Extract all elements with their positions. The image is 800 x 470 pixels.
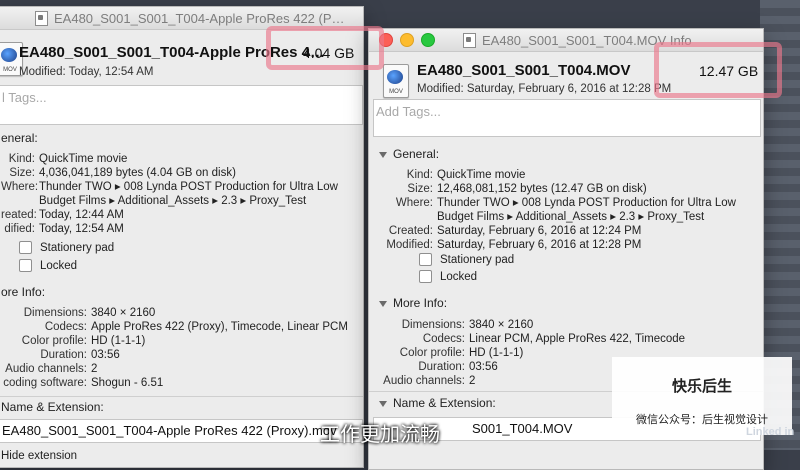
stationery-checkbox[interactable]: Stationery pad xyxy=(19,241,114,254)
zoom-button[interactable] xyxy=(421,33,435,47)
divider xyxy=(0,396,363,397)
name-extension-section-header[interactable]: Name & Extension: xyxy=(1,400,104,414)
minimize-button[interactable] xyxy=(400,33,414,47)
where-row: Where:Thunder TWO ▸ 008 Lynda POST Produ… xyxy=(395,197,736,209)
stationery-checkbox[interactable]: Stationery pad xyxy=(419,253,514,266)
file-name: EA480_S001_S001_T004.MOV xyxy=(417,62,631,79)
size-row: Size: 4,036,041,189 bytes (4.04 GB on dis… xyxy=(9,167,236,179)
disclosure-triangle-icon xyxy=(379,300,387,307)
disclosure-triangle-icon xyxy=(379,151,387,158)
linkedin-logo: Linked in xyxy=(746,426,795,438)
encoding-software-row: coding software: Shogun - 6.51 xyxy=(3,377,164,389)
kind-row: Kind: QuickTime movie xyxy=(8,153,128,165)
document-icon xyxy=(463,32,476,48)
name-field[interactable]: EA480_S001_S001_T004-Apple ProRes 422 (P… xyxy=(0,419,363,443)
general-section-header[interactable]: eneral: xyxy=(1,131,38,145)
color-profile-row: Color profile: HD (1-1-1) xyxy=(399,347,524,359)
audio-channels-row: Audio channels: 2 xyxy=(383,375,476,387)
locked-checkbox[interactable]: Locked xyxy=(19,259,77,272)
codecs-row: Codecs: Apple ProRes 422 (Proxy), Timecod… xyxy=(44,321,348,333)
dimensions-row: Dimensions: 3840 × 2160 xyxy=(401,319,534,331)
dimensions-row: Dimensions: 3840 × 2160 xyxy=(23,307,156,319)
watermark-panel: 快乐后生 微信公众号：后生视觉设计 xyxy=(612,357,792,435)
size-highlight-left xyxy=(266,26,384,70)
tags-field[interactable]: l Tags... xyxy=(0,85,363,125)
where-row-2: Budget Films ▸ Additional_Assets ▸ 2.3 ▸… xyxy=(437,211,705,223)
video-subtitle: 工作更加流畅 xyxy=(320,424,440,446)
quicktime-file-icon: MOV xyxy=(383,64,409,98)
modified-line: Modified: Saturday, February 6, 2016 at … xyxy=(417,83,672,95)
disclosure-triangle-icon xyxy=(379,400,387,407)
size-highlight-right xyxy=(654,42,782,98)
kind-row: Kind: QuickTime movie xyxy=(406,169,526,181)
codecs-row: Codecs: Linear PCM, Apple ProRes 422, Tim… xyxy=(422,333,686,345)
name-extension-section-header[interactable]: Name & Extension: xyxy=(379,396,496,410)
duration-row: Duration: 03:56 xyxy=(418,361,498,373)
watermark-subtitle: 微信公众号：后生视觉设计 xyxy=(636,414,768,426)
info-window-proxy[interactable]: EA480_S001_S001_T004-Apple ProRes 422 (P… xyxy=(0,6,364,468)
more-info-section-header[interactable]: More Info: xyxy=(379,296,447,310)
modified-row: dified: Today, 12:54 AM xyxy=(4,223,124,235)
duration-row: Duration: 03:56 xyxy=(40,349,120,361)
window-title: EA480_S001_S001_T004-Apple ProRes 422 (P… xyxy=(54,10,345,26)
created-row: Created: Saturday, February 6, 2016 at 12… xyxy=(388,225,642,237)
modified-row: Modified: Saturday, February 6, 2016 at 1… xyxy=(386,239,642,251)
hide-extension-checkbox[interactable]: Hide extension xyxy=(1,449,77,463)
audio-channels-row: Audio channels: 2 xyxy=(5,363,98,375)
general-section-header[interactable]: General: xyxy=(379,147,439,161)
created-row: reated: Today, 12:44 AM xyxy=(1,209,124,221)
window-controls xyxy=(379,33,435,47)
where-row: Where:Thunder TWO ▸ 008 Lynda POST Produ… xyxy=(1,181,338,193)
tags-field[interactable]: Add Tags... xyxy=(373,99,761,137)
where-row-2: Budget Films ▸ Additional_Assets ▸ 2.3 ▸… xyxy=(39,195,307,207)
locked-checkbox[interactable]: Locked xyxy=(419,270,477,283)
size-row: Size: 12,468,081,152 bytes (12.47 GB on d… xyxy=(407,183,647,195)
color-profile-row: Color profile: HD (1-1-1) xyxy=(21,335,146,347)
modified-line: Modified: Today, 12:54 AM xyxy=(19,66,154,78)
document-icon xyxy=(35,10,48,26)
more-info-section-header[interactable]: ore Info: xyxy=(1,285,45,299)
watermark-title: 快乐后生 xyxy=(671,378,732,395)
